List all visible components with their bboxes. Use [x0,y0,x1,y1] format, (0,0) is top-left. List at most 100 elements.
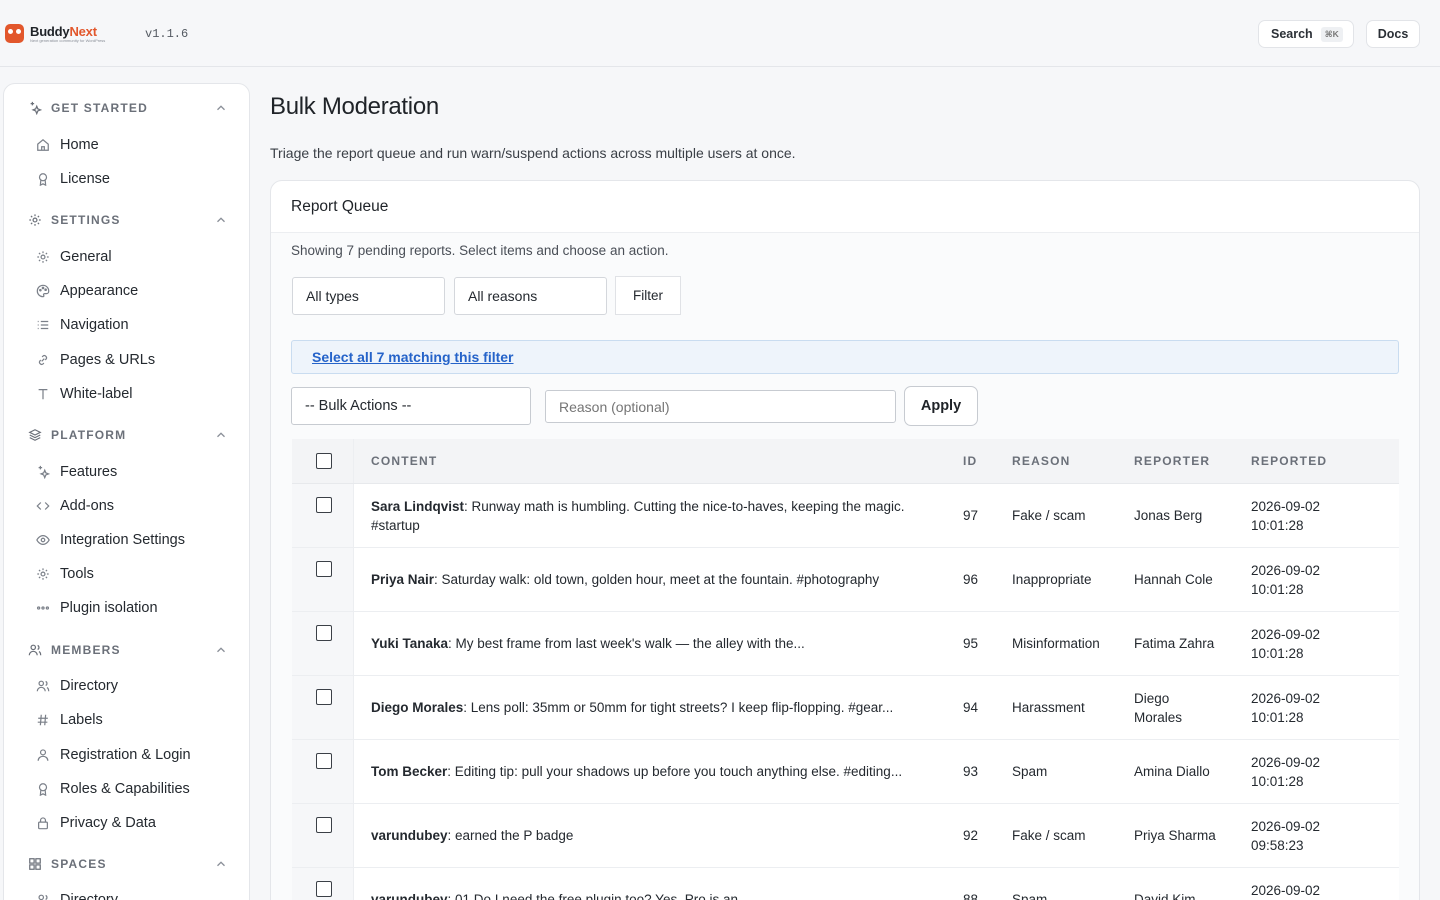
filter-button[interactable]: Filter [615,276,681,315]
home-icon [37,138,49,151]
select-all-banner: Select all 7 matching this filter [291,340,1399,374]
row-id: 93 [963,764,979,779]
row-content: varundubey: earned the P badge [371,828,574,843]
row-checkbox[interactable] [316,753,332,769]
row-reason: Inappropriate [1012,572,1092,587]
row-checkbox[interactable] [316,497,332,513]
sidebar-item-white-label[interactable]: White-label [36,382,236,406]
brand-tagline: Next generation community for WordPress [30,37,106,43]
sidebar-item-add-ons[interactable]: Add-ons [36,494,236,518]
sidebar-section-settings[interactable]: SETTINGS [28,210,228,230]
sidebar-item-plugin-isolation[interactable]: Plugin isolation [36,596,236,620]
brand-name: BuddyNext [30,23,97,39]
sidebar-item-pages-urls[interactable]: Pages & URLs [36,348,236,372]
row-reason: Harassment [1012,700,1085,715]
report-table: CONTENT ID REASON REPORTER REPORTED Sara… [292,439,1399,900]
docs-button[interactable]: Docs [1366,20,1420,48]
sidebar-item-license[interactable]: License [36,167,236,191]
sidebar-item-privacy-data[interactable]: Privacy & Data [36,811,236,835]
chevron-up-icon[interactable] [214,428,228,442]
award-icon [38,783,48,796]
row-reason: Fake / scam [1012,828,1086,843]
reason-input[interactable] [545,390,896,423]
select-all-checkbox[interactable] [316,453,332,469]
gear-icon [37,251,49,263]
layers-icon [28,429,42,441]
chevron-up-icon[interactable] [214,643,228,657]
users-icon [36,680,50,692]
sidebar-item-directory[interactable]: Directory [36,674,236,698]
row-checkbox[interactable] [316,817,332,833]
lock-icon [38,817,48,830]
sidebar-item-tools[interactable]: Tools [36,562,236,586]
hash-icon [37,714,48,726]
column-reported[interactable]: REPORTED [1251,454,1327,468]
gear-icon [29,214,41,226]
row-reported: 2026-09-02 10:01:28 [1251,691,1321,725]
sidebar-item-general[interactable]: General [36,245,236,269]
search-shortcut: ⌘K [1320,26,1343,42]
row-content: Sara Lindqvist: Runway math is humbling.… [371,499,905,533]
row-checkbox[interactable] [316,561,332,577]
column-id[interactable]: ID [963,454,977,468]
row-reporter: Amina Diallo [1134,764,1210,779]
chevron-up-icon[interactable] [214,857,228,871]
row-reason: Misinformation [1012,636,1100,651]
apply-button[interactable]: Apply [904,386,978,426]
row-id: 96 [963,572,979,587]
column-reason[interactable]: REASON [1012,454,1071,468]
row-reported: 2026-09-02 09:58:23 [1251,819,1321,853]
grid-icon [29,858,41,870]
sparkles-icon [30,101,42,115]
row-content: Yuki Tanaka: My best frame from last wee… [371,636,805,651]
eye-icon [36,535,50,545]
table-row: Diego Morales: Lens poll: 35mm or 50mm f… [292,676,1399,740]
row-checkbox[interactable] [316,625,332,641]
report-queue-title: Report Queue [271,181,1419,233]
top-bar: BuddyNext Next generation community for … [0,0,1440,67]
sidebar-item-navigation[interactable]: Navigation [36,313,236,337]
reason-filter-select[interactable]: All reasons [454,277,607,315]
sidebar-item-appearance[interactable]: Appearance [36,279,236,303]
row-content: varundubey: 01 Do I need the free plugin… [371,892,738,900]
sidebar-item-integration-settings[interactable]: Integration Settings [36,528,236,552]
column-reporter[interactable]: REPORTER [1134,454,1210,468]
sidebar-item-roles-capabilities[interactable]: Roles & Capabilities [36,777,236,801]
sidebar-section-members[interactable]: MEMBERS [28,640,228,660]
row-checkbox[interactable] [316,689,332,705]
sidebar-section-get-started[interactable]: GET STARTED [28,98,228,118]
sidebar-item-registration-login[interactable]: Registration & Login [36,743,236,767]
brand-logo[interactable]: BuddyNext Next generation community for … [5,24,105,43]
list-icon [37,320,49,330]
chevron-up-icon[interactable] [214,213,228,227]
sidebar-section-spaces[interactable]: SPACES [28,854,228,874]
table-row: varundubey: earned the P badge 92 Fake /… [292,804,1399,868]
chevron-up-icon[interactable] [214,101,228,115]
table-row: Yuki Tanaka: My best frame from last wee… [292,612,1399,676]
row-content: Diego Morales: Lens poll: 35mm or 50mm f… [371,700,894,715]
search-button[interactable]: Search ⌘K [1258,20,1354,48]
row-checkbox[interactable] [316,881,332,897]
row-content: Priya Nair: Saturday walk: old town, gol… [371,572,880,587]
type-filter-select[interactable]: All types [292,277,445,315]
sidebar-item-labels[interactable]: Labels [36,708,236,732]
sidebar-item-features[interactable]: Features [36,460,236,484]
users-icon [28,644,42,656]
sidebar-item-home[interactable]: Home [36,133,236,157]
column-content[interactable]: CONTENT [371,454,437,468]
dots-icon [36,606,50,610]
award-icon [38,173,48,186]
row-reporter: Fatima Zahra [1134,636,1215,651]
sidebar-item-spaces-directory[interactable]: Directory [36,888,236,900]
brand-logo-icon [5,24,24,43]
row-reporter: Hannah Cole [1134,572,1213,587]
row-reason: Spam [1012,892,1048,900]
report-queue-card: Report Queue Showing 7 pending reports. … [270,180,1420,900]
code-icon [36,502,50,510]
page-description: Triage the report queue and run warn/sus… [270,145,796,161]
select-all-link[interactable]: Select all 7 matching this filter [312,349,514,365]
row-reporter: Jonas Berg [1134,508,1203,523]
sidebar-section-platform[interactable]: PLATFORM [28,425,228,445]
row-reported: 2026-09-02 10:01:28 [1251,563,1321,597]
bulk-actions-select[interactable]: -- Bulk Actions -- [291,387,531,425]
